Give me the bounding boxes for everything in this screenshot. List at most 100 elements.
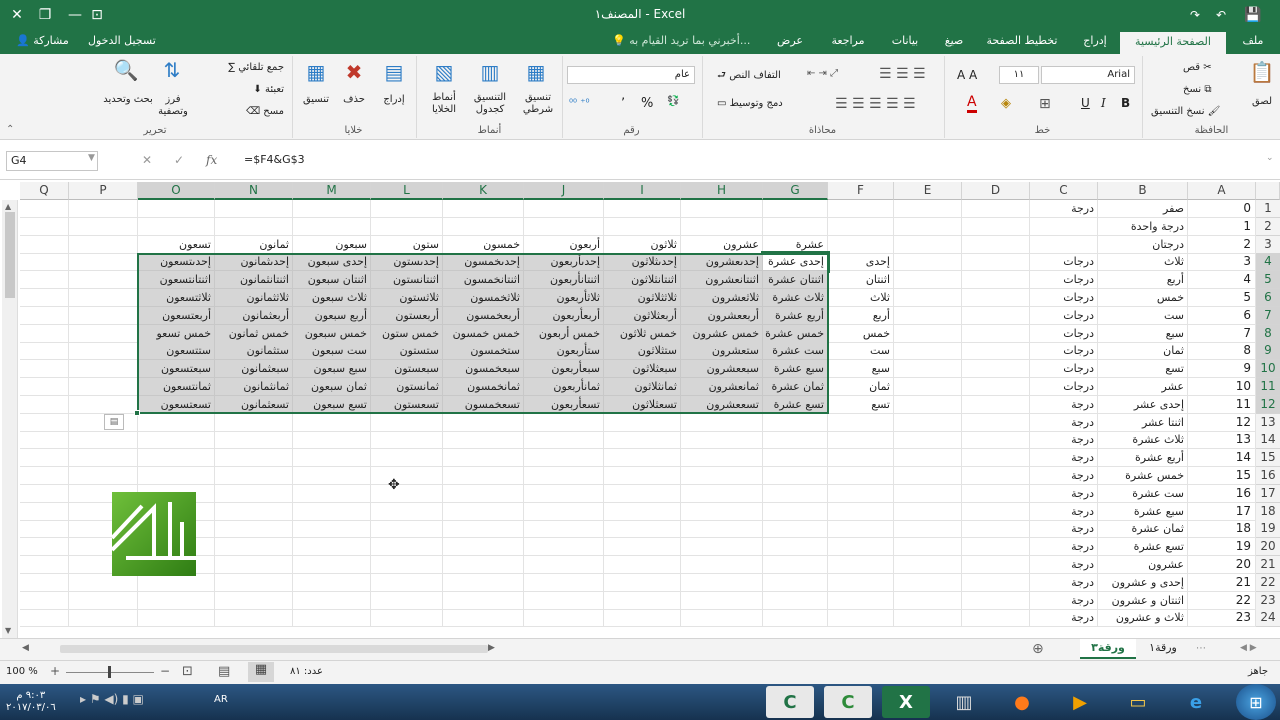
cell-empty[interactable] [681,449,763,468]
cell-c[interactable]: درجات [1030,378,1098,396]
column-header-L[interactable]: L [371,182,443,200]
vertical-scrollbar[interactable]: ▲ ▼ [2,200,18,638]
cell-empty[interactable] [604,467,681,485]
table-cell[interactable]: إحدىخمسون [443,253,524,272]
cell-empty[interactable] [763,217,828,236]
cell-empty[interactable] [215,413,293,432]
cell-b[interactable]: تسع [1098,360,1188,379]
cell-c[interactable]: درجات [1030,306,1098,325]
table-cell[interactable]: خمس أربعون [524,324,604,343]
cell-empty[interactable] [763,200,828,218]
cell-empty[interactable] [894,520,962,539]
cell-empty[interactable] [69,253,138,272]
cell-empty[interactable] [763,538,828,557]
row-label-cell[interactable]: ثلاث [828,289,894,307]
cell-empty[interactable] [371,520,443,539]
row-label-cell[interactable]: سبع [828,360,894,379]
table-cell[interactable]: ثلاثخمسون [443,289,524,307]
cell-b[interactable]: سبع [1098,324,1188,343]
table-cell[interactable]: خمس عشرون [681,324,763,343]
cell-empty[interactable] [894,484,962,503]
cell-empty[interactable] [681,431,763,450]
table-cell[interactable]: اثنتانتسعون [138,271,215,290]
table-cell[interactable]: ثمانعشرون [681,378,763,396]
cell-c[interactable]: درجة [1030,467,1098,485]
row-label-cell[interactable]: ثمان [828,378,894,396]
cell-empty[interactable] [763,520,828,539]
tab-file[interactable]: ملف [1230,30,1276,54]
cell-a[interactable]: 2 [1188,235,1256,254]
cell-empty[interactable] [443,502,524,521]
align-h-icons[interactable]: ☰ ☰ ☰ ☰ ☰ [835,96,916,112]
cell-a[interactable]: 0 [1188,200,1256,218]
cell-empty[interactable] [20,573,69,592]
cell-empty[interactable] [894,342,962,361]
column-header-B[interactable]: B [1098,182,1188,200]
table-cell[interactable]: إحدىعشرون [681,253,763,272]
cell-empty[interactable] [293,556,371,574]
cell-a[interactable]: 9 [1188,360,1256,379]
cell-empty[interactable] [681,538,763,557]
column-header-K[interactable]: K [443,182,524,200]
font-name-select[interactable]: Arial [1041,66,1135,84]
worksheet-grid[interactable]: A B C D E F G H I J K L M N O P Q 1 0 صفر درجة 2 1 درجة واحدة 3 2… [0,180,1280,638]
delete-button[interactable]: حذف [337,94,371,106]
cell-empty[interactable] [293,502,371,521]
cell-c[interactable]: درجة [1030,449,1098,468]
cell-empty[interactable] [894,609,962,628]
cell-empty[interactable] [894,467,962,485]
cell-empty[interactable] [20,609,69,628]
table-header-cell[interactable]: خمسون [443,235,524,254]
table-cell[interactable]: اثنتانعشرون [681,271,763,290]
wrap-text-button[interactable]: ⮐ التفاف النص [717,68,781,85]
cell-empty[interactable] [524,431,604,450]
cell-empty[interactable] [20,484,69,503]
cell-empty[interactable] [293,449,371,468]
cell-a[interactable]: 11 [1188,395,1256,414]
cell-empty[interactable] [215,538,293,557]
horizontal-scrollbar[interactable] [60,645,488,653]
cell-c[interactable] [1030,235,1098,254]
tab-view[interactable]: عرض [766,30,814,54]
cell-empty[interactable] [828,538,894,557]
table-cell[interactable]: ثلاثستون [371,289,443,307]
ie-taskbar-icon[interactable]: e [1172,686,1220,718]
table-cell[interactable]: سبعثمانون [215,360,293,379]
cell-empty[interactable] [894,217,962,236]
cell-c[interactable] [1030,217,1098,236]
cell-empty[interactable] [138,200,215,218]
normal-view-icon[interactable]: ▦ [248,662,274,682]
cell-empty[interactable] [69,200,138,218]
cell-empty[interactable] [962,413,1030,432]
cell-empty[interactable] [894,502,962,521]
cell-b[interactable]: اثنتان و عشرون [1098,591,1188,610]
cell-empty[interactable] [293,591,371,610]
table-cell[interactable]: إحدىثمانون [215,253,293,272]
table-cell[interactable]: سبعثلاثون [604,360,681,379]
table-cell[interactable]: اثنتانستون [371,271,443,290]
cell-empty[interactable] [215,484,293,503]
cell-b[interactable]: ثلاث [1098,253,1188,272]
cell-empty[interactable] [69,360,138,379]
cell-empty[interactable] [962,360,1030,379]
comma-button[interactable]: ٬ [621,96,625,111]
cell-empty[interactable] [20,413,69,432]
cell-empty[interactable] [443,484,524,503]
paste-icon[interactable]: 📋 [1247,60,1277,84]
column-header-H[interactable]: H [681,182,763,200]
table-cell[interactable]: خمس تسعو [138,324,215,343]
cell-b[interactable]: سبع عشرة [1098,502,1188,521]
cell-a[interactable]: 15 [1188,467,1256,485]
cell-empty[interactable] [20,502,69,521]
table-cell[interactable]: ثلاثأربعون [524,289,604,307]
row-label-cell[interactable]: خمس [828,324,894,343]
table-cell[interactable]: سبع سبعون [293,360,371,379]
cell-empty[interactable] [604,217,681,236]
cell-styles-icon[interactable]: ▧ [427,60,461,84]
firefox-taskbar-icon[interactable]: ● [998,686,1046,718]
table-cell[interactable]: ستستون [371,342,443,361]
cell-empty[interactable] [215,520,293,539]
column-header-P[interactable]: P [69,182,138,200]
cell-empty[interactable] [894,591,962,610]
row-header[interactable]: 11 [1256,378,1280,396]
